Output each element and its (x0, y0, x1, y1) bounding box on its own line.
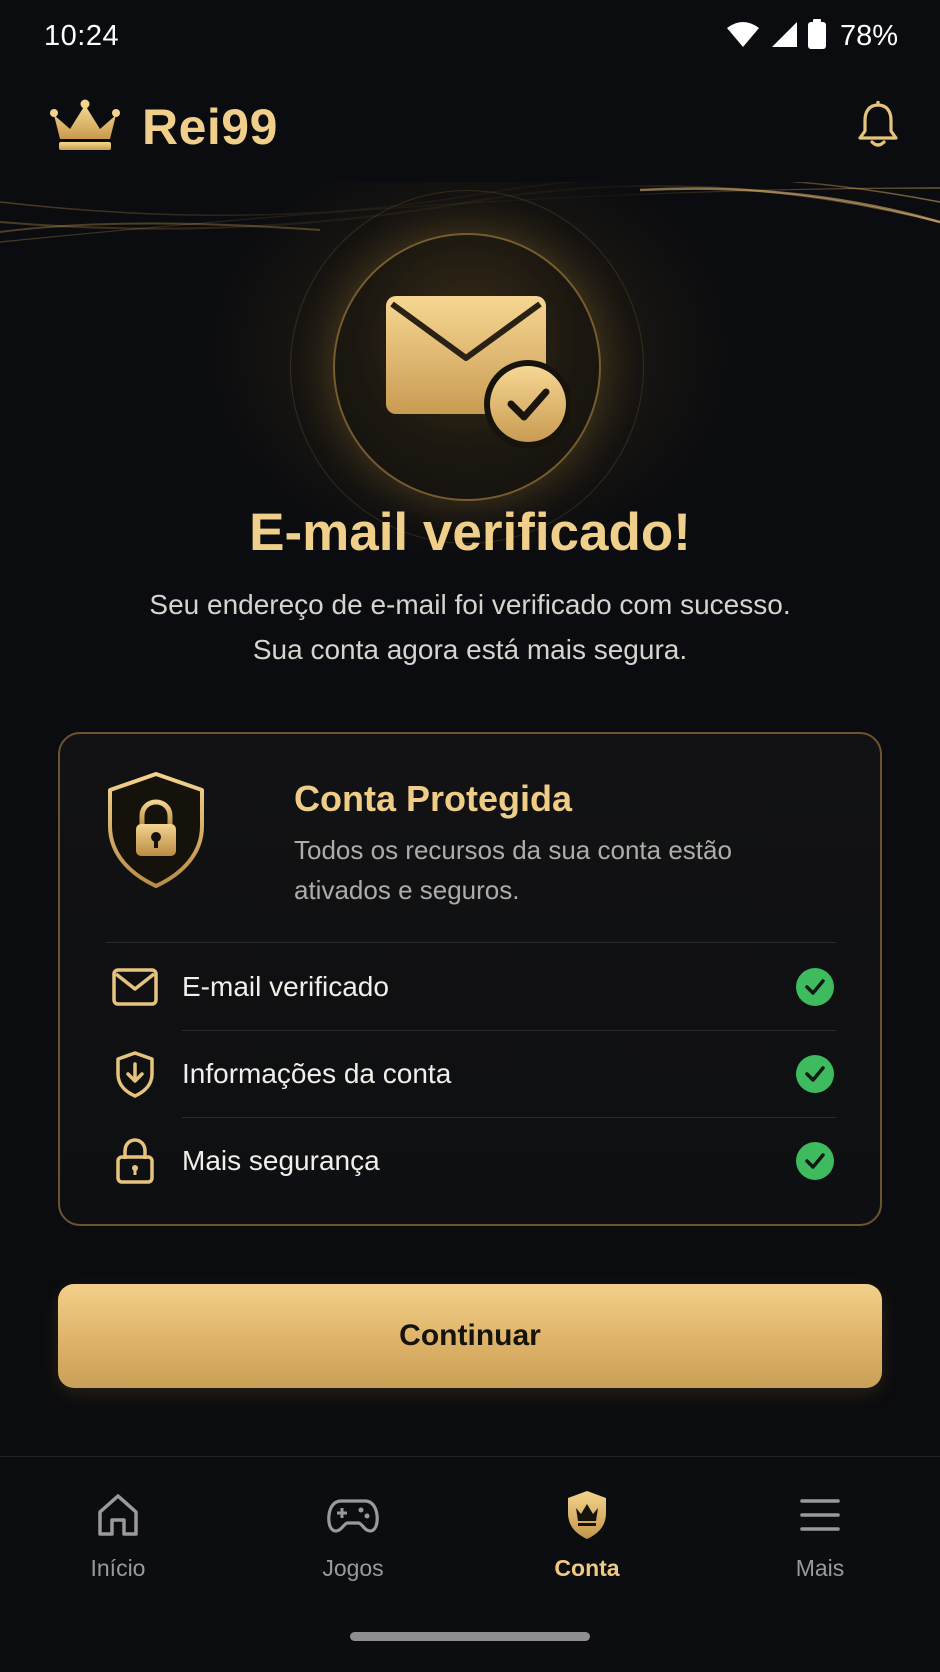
shield-lock-icon (104, 770, 208, 895)
card-title: Conta Protegida (294, 778, 573, 819)
page-subtitle: Seu endereço de e-mail foi verificado co… (0, 582, 940, 672)
list-item-label: E-mail verificado (182, 970, 389, 1002)
check-icon (796, 1054, 834, 1093)
battery-percent: 78% (839, 19, 898, 52)
mail-icon (110, 962, 160, 1012)
card-description: Todos os recursos da sua conta estão ati… (294, 835, 732, 905)
gamepad-icon (327, 1487, 379, 1543)
nav-item-inicio[interactable]: Início (38, 1487, 198, 1597)
continue-button[interactable]: Continuar (58, 1284, 882, 1388)
list-item-label: Mais segurança (182, 1144, 380, 1176)
brand-name: Rei99 (142, 99, 278, 155)
list-item-account-info: Informações da conta (106, 1030, 836, 1117)
nav-label: Jogos (322, 1555, 384, 1581)
menu-icon (799, 1487, 841, 1543)
mail-check-icon (380, 292, 572, 457)
subtitle-line-1: Seu endereço de e-mail foi verificado co… (149, 589, 791, 620)
nav-label: Conta (554, 1555, 620, 1581)
hero-section: E-mail verificado! Seu endereço de e-mai… (0, 182, 940, 702)
shield-download-icon (110, 1049, 160, 1099)
list-item-email-verified: E-mail verificado (106, 943, 836, 1030)
battery-icon (807, 18, 826, 54)
check-icon (796, 1141, 834, 1180)
signal-icon (770, 20, 798, 53)
card-header: Conta Protegida Todos os recursos da sua… (104, 770, 844, 905)
nav-label: Início (90, 1555, 146, 1581)
list-item-more-security: Mais segurança (106, 1117, 836, 1204)
verification-list: E-mail verificado Informações da conta M… (106, 943, 836, 1204)
crown-icon (50, 99, 120, 156)
check-icon (796, 967, 834, 1006)
nav-item-conta[interactable]: Conta (507, 1487, 667, 1597)
app-header: Rei99 (0, 72, 940, 182)
status-bar: 10:24 78% (0, 0, 940, 72)
nav-item-mais[interactable]: Mais (740, 1487, 900, 1597)
crown-shield-icon (565, 1487, 609, 1543)
subtitle-line-2: Sua conta agora está mais segura. (252, 634, 688, 665)
status-time: 10:24 (44, 19, 120, 52)
bell-icon[interactable] (856, 99, 900, 154)
status-icons: 78% (726, 18, 898, 54)
brand[interactable]: Rei99 (50, 98, 278, 156)
list-item-label: Informações da conta (182, 1057, 452, 1089)
home-indicator[interactable] (350, 1632, 590, 1641)
account-protected-card: Conta Protegida Todos os recursos da sua… (58, 732, 882, 1226)
home-icon (96, 1487, 140, 1543)
nav-item-jogos[interactable]: Jogos (273, 1487, 433, 1597)
lock-icon (110, 1136, 160, 1186)
wifi-icon (726, 20, 760, 53)
page-title: E-mail verificado! (249, 503, 691, 562)
nav-label: Mais (795, 1555, 845, 1581)
